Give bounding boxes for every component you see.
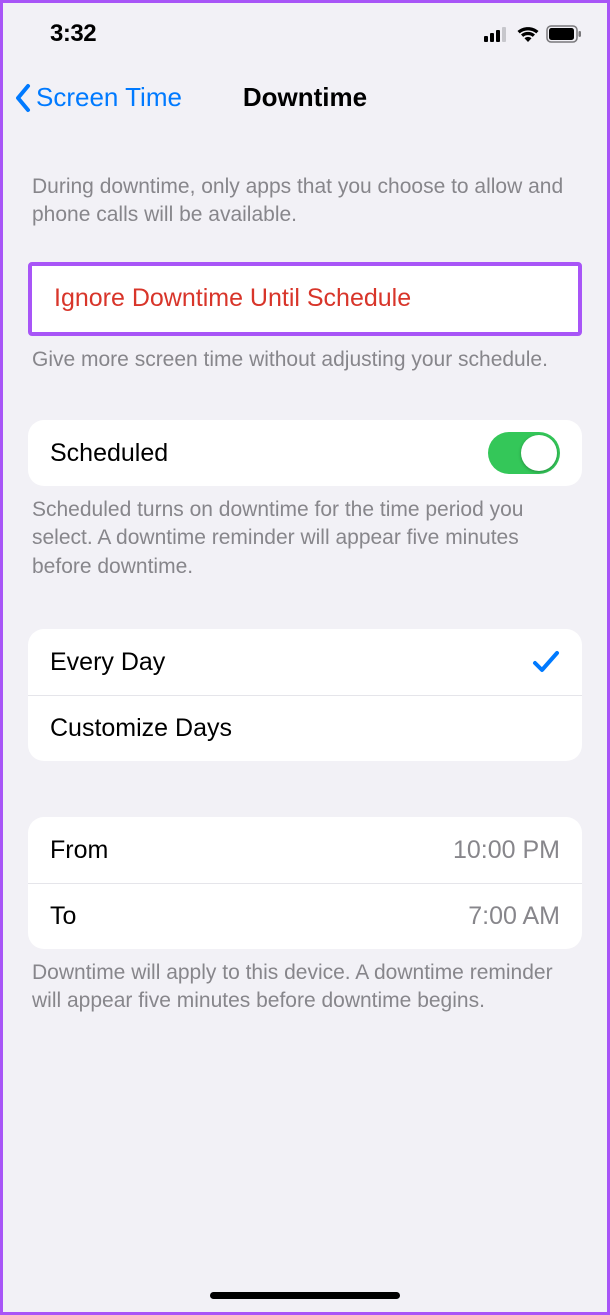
scheduled-toggle[interactable]	[488, 432, 560, 474]
time-footer: Downtime will apply to this device. A do…	[28, 959, 582, 1016]
to-row[interactable]: To 7:00 AM	[28, 883, 582, 949]
status-bar: 3:32	[0, 10, 610, 58]
checkmark-icon	[532, 649, 560, 675]
toggle-knob	[521, 435, 557, 471]
scheduled-group: Scheduled	[28, 420, 582, 486]
time-group: From 10:00 PM To 7:00 AM	[28, 817, 582, 949]
cellular-icon	[484, 26, 510, 42]
scheduled-label: Scheduled	[50, 439, 168, 468]
home-indicator[interactable]	[210, 1292, 400, 1299]
days-group: Every Day Customize Days	[28, 629, 582, 761]
customize-days-label: Customize Days	[50, 714, 232, 743]
chevron-left-icon	[14, 83, 32, 113]
ignore-downtime-label: Ignore Downtime Until Schedule	[54, 284, 411, 313]
nav-bar: Screen Time Downtime	[0, 58, 610, 133]
page-title: Downtime	[243, 82, 367, 113]
from-value: 10:00 PM	[453, 836, 560, 865]
intro-text: During downtime, only apps that you choo…	[28, 173, 582, 230]
back-label: Screen Time	[36, 82, 182, 113]
to-label: To	[50, 902, 76, 931]
from-label: From	[50, 836, 108, 865]
every-day-label: Every Day	[50, 648, 165, 677]
status-icons	[484, 25, 582, 43]
status-time: 3:32	[50, 20, 96, 48]
scheduled-footer: Scheduled turns on downtime for the time…	[28, 496, 582, 581]
battery-icon	[546, 25, 582, 43]
scheduled-row: Scheduled	[28, 420, 582, 486]
to-value: 7:00 AM	[468, 902, 560, 931]
wifi-icon	[516, 25, 540, 43]
customize-days-row[interactable]: Customize Days	[28, 695, 582, 761]
ignore-footer: Give more screen time without adjusting …	[28, 346, 582, 374]
every-day-row[interactable]: Every Day	[28, 629, 582, 695]
back-button[interactable]: Screen Time	[14, 82, 182, 113]
ignore-downtime-button[interactable]: Ignore Downtime Until Schedule	[32, 266, 578, 332]
ignore-downtime-group: Ignore Downtime Until Schedule	[28, 262, 582, 336]
from-row[interactable]: From 10:00 PM	[28, 817, 582, 883]
